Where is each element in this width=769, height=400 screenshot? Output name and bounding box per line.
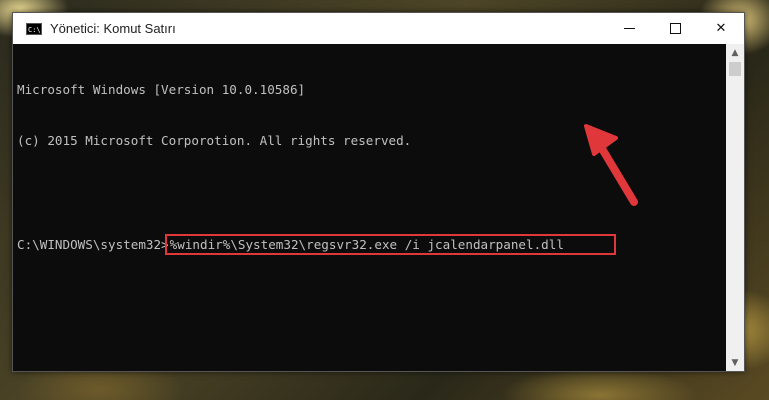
command-prompt-icon: C:\ — [26, 22, 42, 35]
title-bar[interactable]: C:\ Yönetici: Komut Satırı ✕ — [13, 13, 744, 44]
window-controls: ✕ — [606, 13, 744, 44]
maximize-icon — [669, 23, 681, 34]
red-pointer-arrow-icon — [584, 124, 638, 206]
minimize-button[interactable] — [606, 13, 652, 44]
scroll-up-arrow-icon[interactable]: ▲ — [726, 44, 744, 61]
console-line-version: Microsoft Windows [Version 10.0.10586] — [17, 82, 306, 97]
console-prompt: C:\WINDOWS\system32> — [17, 237, 169, 252]
scroll-down-arrow-icon[interactable]: ▼ — [726, 354, 744, 371]
vertical-scrollbar[interactable]: ▲ ▼ — [726, 44, 744, 371]
minimize-icon — [623, 28, 635, 29]
console-command-line: C:\WINDOWS\system32>%windir%\System32\re… — [17, 234, 726, 255]
console-command: %windir%\System32\regsvr32.exe /i jcalen… — [169, 237, 564, 252]
maximize-button[interactable] — [652, 13, 698, 44]
highlighted-command: %windir%\System32\regsvr32.exe /i jcalen… — [164, 234, 616, 255]
scroll-thumb[interactable] — [729, 62, 741, 76]
close-icon: ✕ — [715, 21, 727, 36]
close-button[interactable]: ✕ — [698, 13, 744, 44]
window-title: Yönetici: Komut Satırı — [50, 21, 176, 36]
